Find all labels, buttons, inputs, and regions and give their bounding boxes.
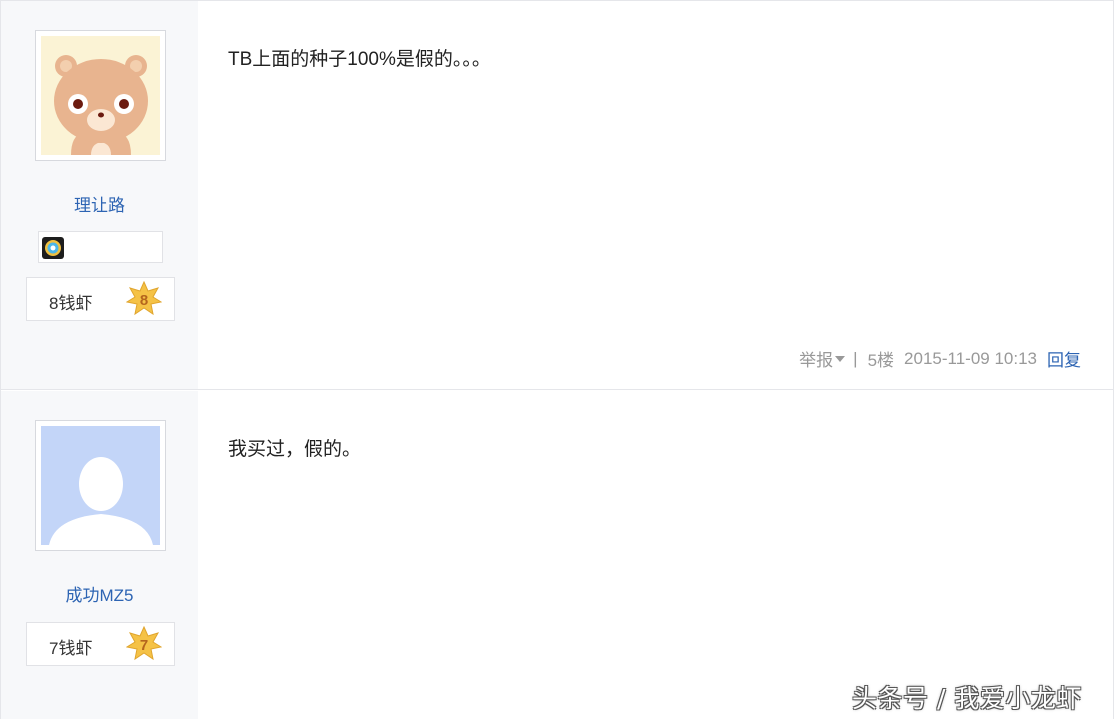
level-number: 8 <box>140 292 148 309</box>
gear-badge-icon[interactable] <box>42 237 64 259</box>
floor-number: 5楼 <box>867 351 895 370</box>
level-box: 8钱虾 8 <box>26 277 175 321</box>
author-name[interactable]: 理让路 <box>1 191 198 216</box>
report-link[interactable]: 举报 <box>799 346 833 371</box>
avatar[interactable] <box>35 30 166 161</box>
level-label: 7钱虾 <box>49 639 93 658</box>
level-star-icon: 7 <box>126 626 162 661</box>
report-caret-icon[interactable] <box>835 355 846 362</box>
post-meta: 举报 | 5楼 2015-11-09 10:13 回复 <box>799 346 1081 371</box>
level-star-icon: 8 <box>126 281 162 316</box>
thread-page: 理让路 8钱虾 8 TB上面的种子100%是假的。。。 举报 | 5楼 2015-11… <box>0 0 1114 719</box>
level-label: 8钱虾 <box>49 294 93 313</box>
reply-link[interactable]: 回复 <box>1047 346 1081 371</box>
badge-box <box>38 231 163 263</box>
watermark: 头条号 / 我爱小龙虾 <box>852 684 1082 713</box>
level-number: 7 <box>140 637 148 654</box>
author-sidebar: 成功MZ5 7钱虾 7 <box>1 391 198 719</box>
bear-avatar-icon <box>41 36 160 155</box>
post-time: 2015-11-09 10:13 <box>904 348 1037 368</box>
level-box: 7钱虾 7 <box>26 622 175 666</box>
meta-separator: | <box>853 348 858 368</box>
post-floor-5: 理让路 8钱虾 8 TB上面的种子100%是假的。。。 举报 | 5楼 2015-11… <box>1 1 1113 390</box>
author-name[interactable]: 成功MZ5 <box>1 581 198 606</box>
post-floor-6: 成功MZ5 7钱虾 7 我买过，假的。 <box>1 391 1113 719</box>
default-avatar-icon <box>41 426 160 545</box>
post-content: TB上面的种子100%是假的。。。 <box>228 49 491 70</box>
post-content: 我买过，假的。 <box>228 439 362 460</box>
avatar[interactable] <box>35 420 166 551</box>
author-sidebar: 理让路 8钱虾 8 <box>1 1 198 389</box>
